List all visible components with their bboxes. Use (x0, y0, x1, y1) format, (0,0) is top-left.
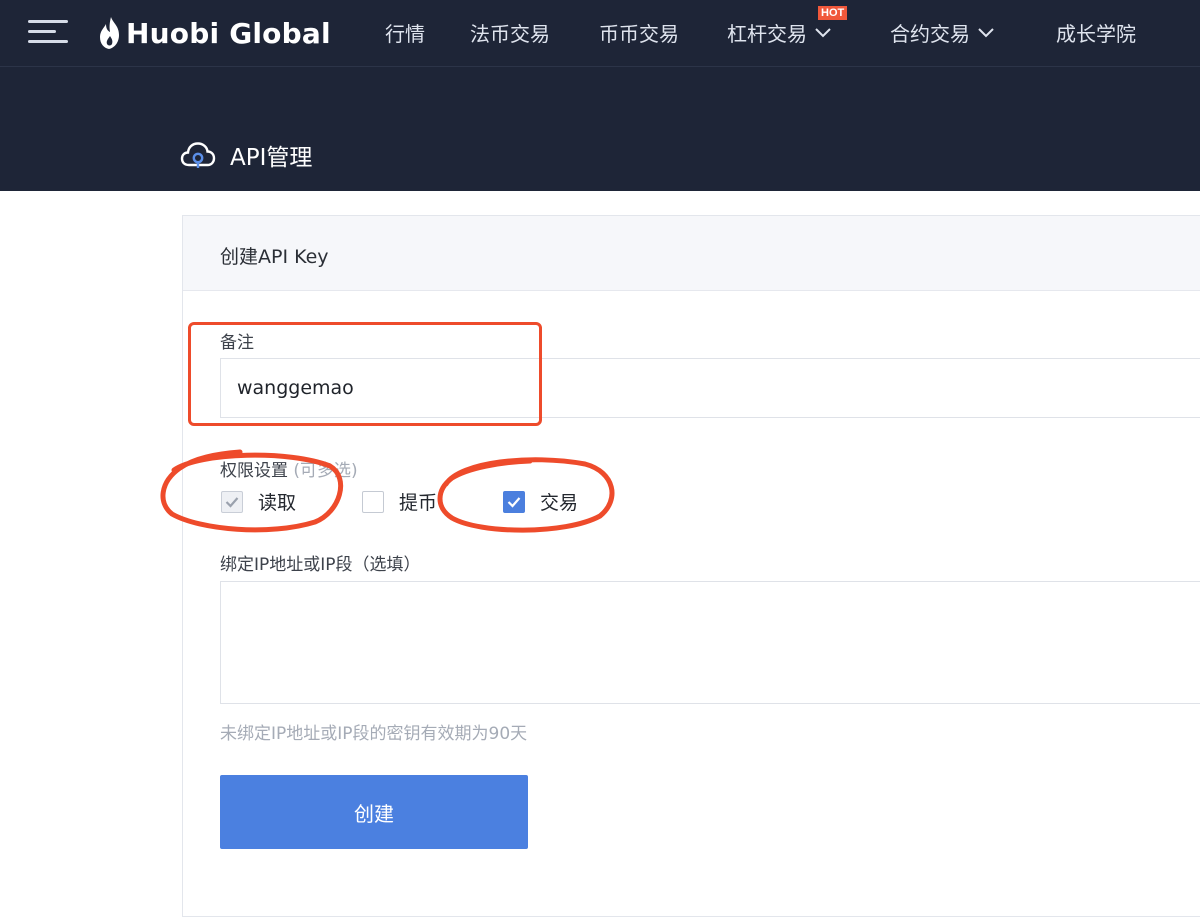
page-banner (0, 67, 1200, 191)
trade-label: 交易 (540, 492, 579, 514)
ip-binding-label: 绑定IP地址或IP段（选填） (220, 555, 421, 575)
permissions-label-text: 权限设置 (220, 461, 288, 481)
flame-icon (100, 17, 119, 49)
nav-margin-label: 杠杆交易 (727, 22, 807, 46)
nav-academy-label: 成长学院 (1056, 22, 1136, 46)
withdraw-checkbox[interactable] (362, 490, 384, 513)
nav-exchange-label: 币币交易 (599, 22, 679, 46)
permission-trade[interactable]: 交易 (503, 488, 578, 515)
withdraw-label: 提币 (399, 492, 438, 514)
nav-exchange[interactable]: 币币交易 (599, 18, 679, 47)
cloud-api-icon (180, 142, 216, 168)
card-header: 创建API Key (183, 216, 1200, 291)
menu-icon[interactable] (28, 20, 70, 46)
nav-academy[interactable]: 成长学院 (1056, 18, 1136, 47)
nav-contract[interactable]: 合约交易 (890, 18, 994, 47)
top-nav: Huobi Global 行情 法币交易 币币交易 杠杆交易 HOT 合约交易 … (0, 0, 1200, 67)
trade-checkbox[interactable] (503, 490, 525, 513)
permission-read[interactable]: 读取 (221, 488, 296, 515)
page-title: API管理 (230, 145, 313, 171)
chevron-down-icon (815, 27, 831, 37)
chevron-down-icon (978, 27, 994, 37)
read-checkbox[interactable] (221, 490, 243, 513)
page-title-area: API管理 (180, 138, 312, 172)
brand-logo[interactable]: Huobi Global (98, 12, 331, 54)
ip-binding-textarea[interactable] (220, 581, 1200, 704)
check-icon (507, 496, 521, 508)
hot-badge: HOT (818, 6, 848, 20)
card-title: 创建API Key (220, 246, 329, 268)
nav-market-label: 行情 (385, 22, 425, 46)
nav-contract-label: 合约交易 (890, 22, 970, 46)
brand-name: Huobi Global (126, 16, 331, 50)
check-icon (225, 496, 239, 508)
read-label: 读取 (258, 492, 297, 514)
nav-otc-label: 法币交易 (470, 22, 550, 46)
ip-binding-hint: 未绑定IP地址或IP段的密钥有效期为90天 (220, 724, 528, 744)
nav-margin[interactable]: 杠杆交易 (727, 18, 831, 47)
permissions-label: 权限设置 (可多选) (220, 456, 358, 481)
nav-market[interactable]: 行情 (385, 18, 425, 47)
nav-otc[interactable]: 法币交易 (470, 18, 550, 47)
permission-withdraw[interactable]: 提币 (362, 488, 437, 515)
permissions-hint: (可多选) (293, 461, 358, 481)
create-button[interactable]: 创建 (220, 775, 528, 849)
annotation-rectangle (188, 322, 542, 426)
